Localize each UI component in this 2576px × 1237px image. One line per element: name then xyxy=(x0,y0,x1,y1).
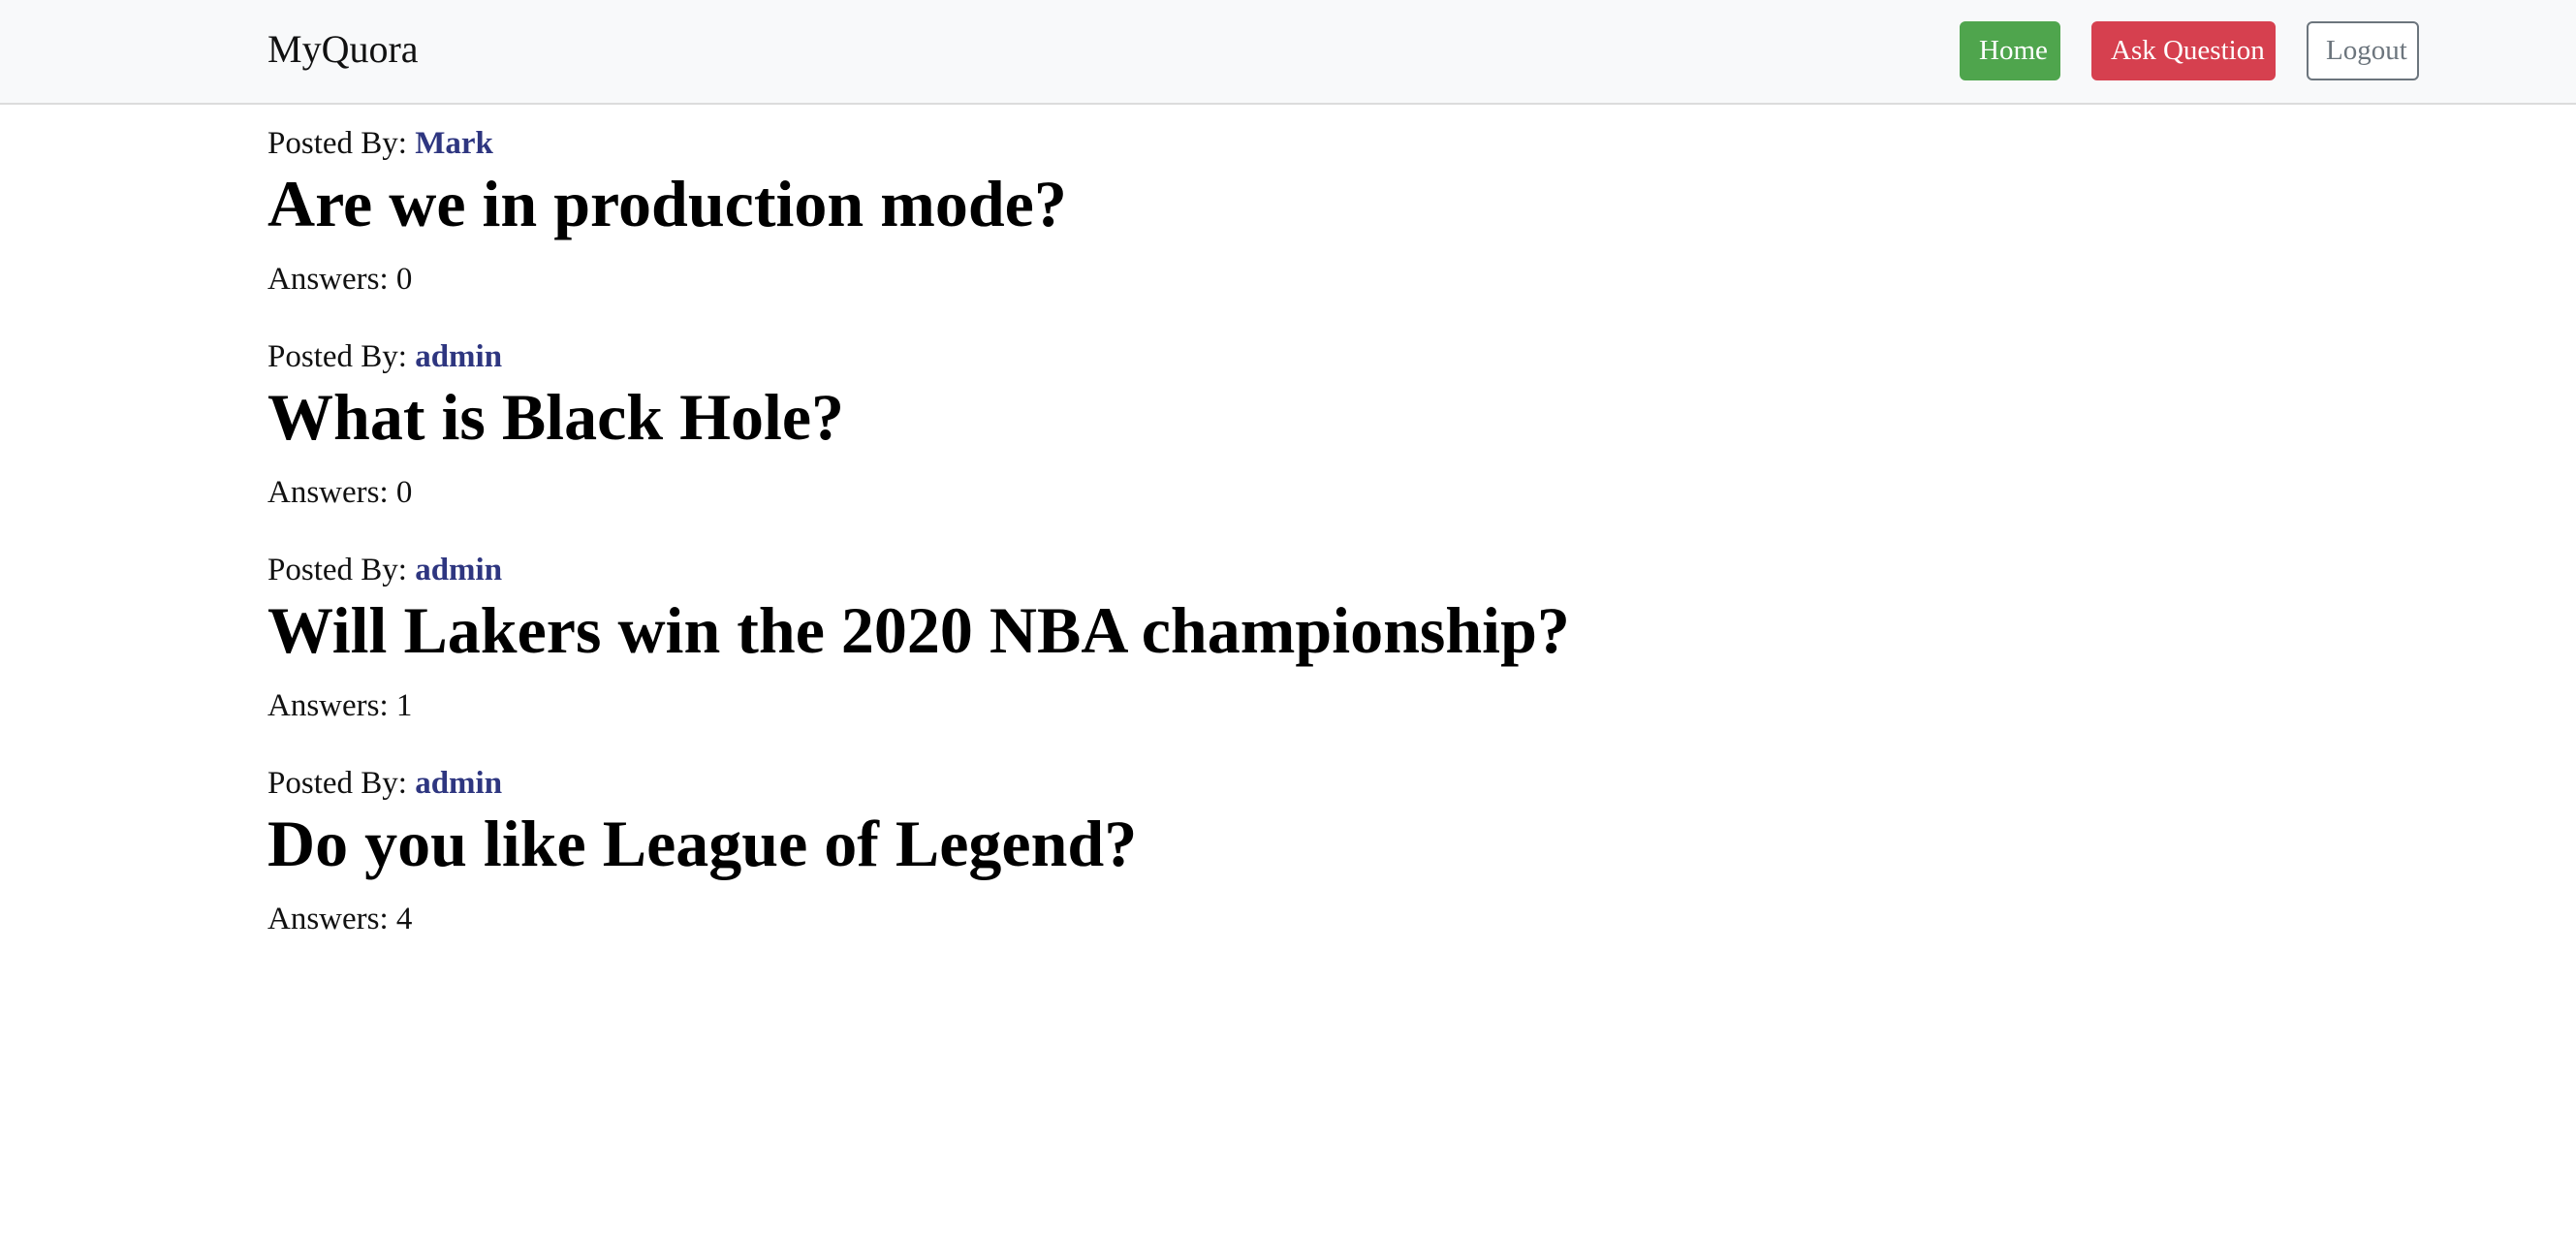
answers-count-line: Answers: 1 xyxy=(267,686,412,725)
answers-label: Answers: xyxy=(267,902,396,936)
answers-label: Answers: xyxy=(267,688,396,723)
brand-link[interactable]: MyQuora xyxy=(267,25,419,74)
answers-count-line: Answers: 4 xyxy=(267,900,412,938)
question-title-link[interactable]: Do you like League of Legend? xyxy=(267,805,1137,882)
posted-by-label: Posted By: xyxy=(267,553,416,587)
posted-by-line: Posted By: admin xyxy=(267,551,502,589)
posted-by-line: Posted By: Mark xyxy=(267,124,493,163)
author-link[interactable]: admin xyxy=(415,553,502,587)
author-link[interactable]: admin xyxy=(415,339,502,374)
author-link[interactable]: Mark xyxy=(415,126,493,161)
posted-by-label: Posted By: xyxy=(267,339,416,374)
question-title-link[interactable]: Will Lakers win the 2020 NBA championshi… xyxy=(267,591,1570,669)
answers-label: Answers: xyxy=(267,475,396,510)
logout-button[interactable]: Logout xyxy=(2307,21,2419,80)
answers-label: Answers: xyxy=(267,262,396,297)
answers-count-line: Answers: 0 xyxy=(267,473,412,512)
answers-count: 4 xyxy=(395,902,413,936)
answers-count: 1 xyxy=(395,688,413,723)
question-title-link[interactable]: What is Black Hole? xyxy=(267,378,844,456)
question-feed: Posted By: Mark Are we in production mod… xyxy=(267,124,2400,977)
posted-by-line: Posted By: admin xyxy=(267,764,502,803)
ask-question-button[interactable]: Ask Question xyxy=(2091,21,2276,80)
author-link[interactable]: admin xyxy=(415,766,502,801)
question-card: Posted By: admin Do you like League of L… xyxy=(267,764,2400,977)
posted-by-label: Posted By: xyxy=(267,766,416,801)
answers-count-line: Answers: 0 xyxy=(267,260,412,299)
question-title-link[interactable]: Are we in production mode? xyxy=(267,165,1067,242)
question-card: Posted By: admin Will Lakers win the 202… xyxy=(267,551,2400,764)
posted-by-line: Posted By: admin xyxy=(267,337,502,376)
posted-by-label: Posted By: xyxy=(267,126,416,161)
question-card: Posted By: admin What is Black Hole? Ans… xyxy=(267,337,2400,551)
home-button[interactable]: Home xyxy=(1960,21,2060,80)
answers-count: 0 xyxy=(395,475,413,510)
navbar: MyQuora Home Ask Question Logout xyxy=(0,0,2576,105)
answers-count: 0 xyxy=(395,262,413,297)
question-card: Posted By: Mark Are we in production mod… xyxy=(267,124,2400,337)
